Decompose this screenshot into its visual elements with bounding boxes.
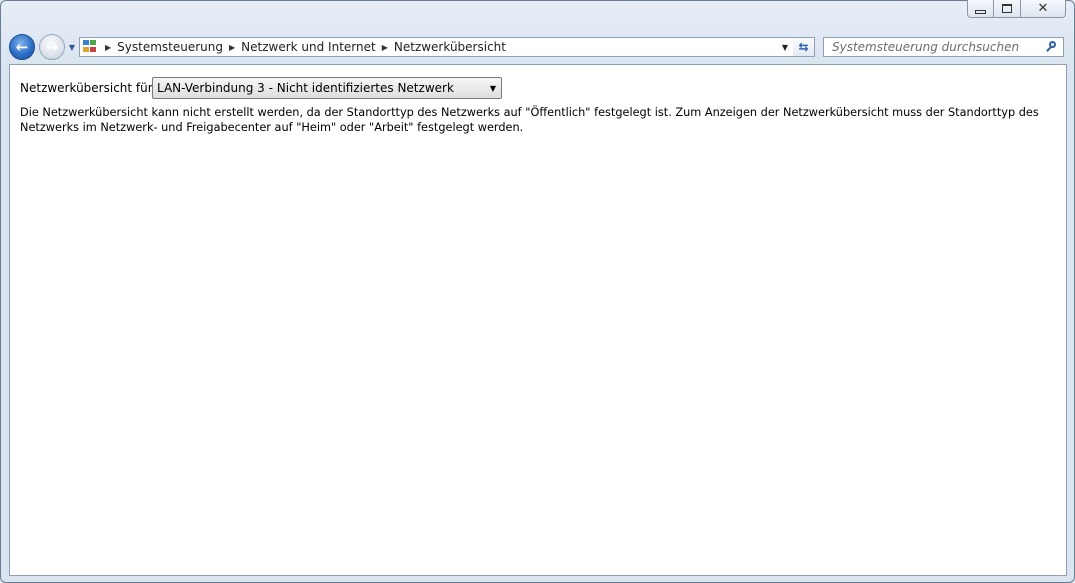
network-select-value: LAN-Verbindung 3 - Nicht identifiziertes…: [157, 81, 454, 95]
caption-buttons: ✕: [967, 0, 1066, 18]
chevron-down-icon: ▼: [781, 42, 789, 52]
dropdown-arrow-icon: ▼: [489, 83, 497, 93]
back-button[interactable]: ←: [9, 34, 35, 60]
recent-pages-button[interactable]: ▼: [67, 42, 77, 52]
breadcrumb-systemsteuerung[interactable]: Systemsteuerung: [117, 40, 223, 54]
status-message: Die Netzwerkübersicht kann nicht erstell…: [20, 106, 1039, 134]
explorer-window: ✕ ← → ▼ ▶ Systemsteuerung ▶ Netzwerk und…: [0, 0, 1075, 583]
network-map-label: Netzwerkübersicht für: [20, 81, 153, 95]
breadcrumb-separator-icon[interactable]: ▶: [382, 43, 388, 52]
navigation-bar: ← → ▼ ▶ Systemsteuerung ▶ Netzwerk und I…: [9, 33, 1069, 61]
search-icon[interactable]: [1045, 40, 1059, 54]
breadcrumb-separator-icon[interactable]: ▶: [229, 43, 235, 52]
address-bar[interactable]: ▶ Systemsteuerung ▶ Netzwerk und Interne…: [79, 37, 794, 57]
restore-icon: [1002, 4, 1012, 13]
breadcrumb-netzwerk-und-internet[interactable]: Netzwerk und Internet: [241, 40, 376, 54]
minimize-button[interactable]: [967, 0, 994, 18]
network-select[interactable]: LAN-Verbindung 3 - Nicht identifiziertes…: [152, 77, 502, 99]
search-input[interactable]: [824, 39, 1045, 55]
breadcrumb-netzwerkuebersicht[interactable]: Netzwerkübersicht: [394, 40, 506, 54]
back-arrow-icon: ←: [15, 38, 29, 56]
close-icon: ✕: [1037, 1, 1049, 16]
chevron-down-icon: ▼: [68, 42, 76, 52]
content-pane: Netzwerkübersicht für LAN-Verbindung 3 -…: [9, 64, 1067, 576]
minimize-icon: [975, 9, 986, 14]
forward-arrow-icon: →: [45, 38, 59, 56]
refresh-button[interactable]: ⇆: [793, 37, 815, 57]
address-history-dropdown[interactable]: ▼: [777, 38, 793, 56]
forward-button[interactable]: →: [39, 34, 65, 60]
refresh-icon: ⇆: [798, 40, 809, 54]
control-panel-icon: [83, 40, 99, 54]
breadcrumb-separator-icon[interactable]: ▶: [105, 43, 111, 52]
close-button[interactable]: ✕: [1021, 0, 1066, 18]
search-box[interactable]: [823, 37, 1064, 57]
maximize-button[interactable]: [994, 0, 1021, 18]
